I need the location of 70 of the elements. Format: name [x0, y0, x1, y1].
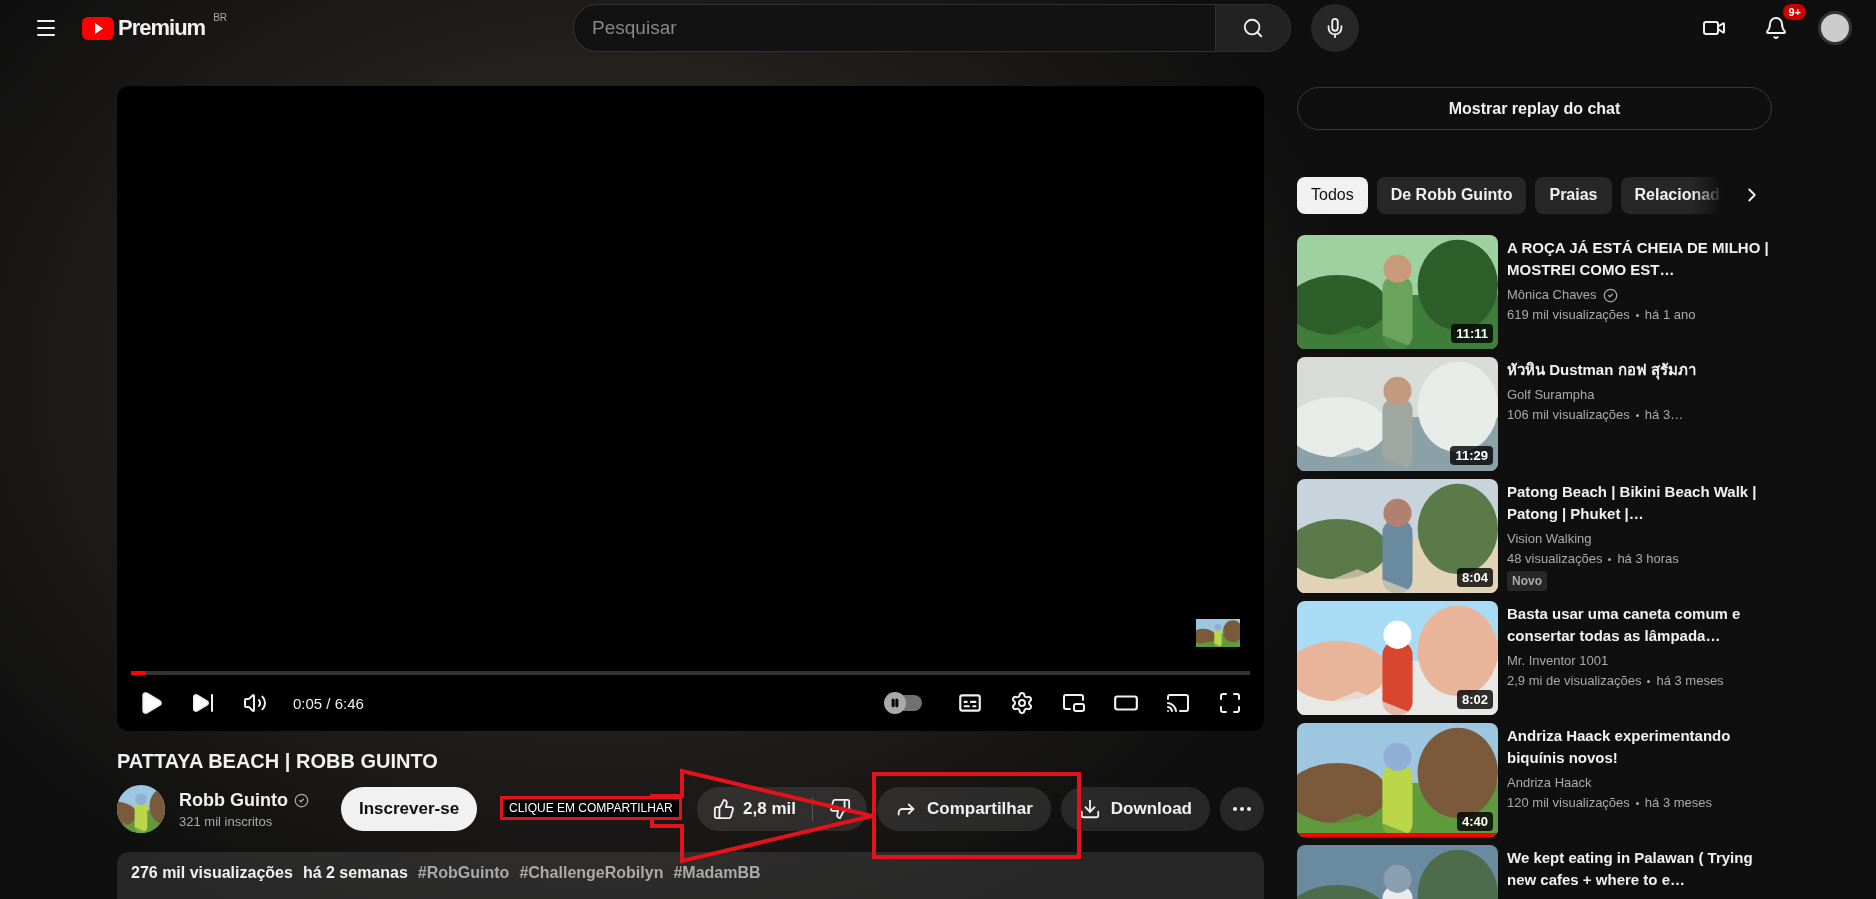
filter-chip[interactable]: Todos: [1297, 176, 1368, 214]
region-label: BR: [213, 12, 228, 23]
view-count: 2,9 mi de visualizações: [1507, 672, 1642, 690]
duration-label: 8:02: [1456, 690, 1493, 709]
download-icon: [1078, 798, 1101, 820]
video-title[interactable]: Andriza Haack experimentando biquínis novos!: [1507, 725, 1769, 769]
view-count: 106 mil visualizações: [1507, 406, 1630, 424]
cast-icon: [1166, 691, 1190, 715]
channel-name[interactable]: Andriza Haack: [1507, 773, 1592, 793]
download-button[interactable]: Download: [1060, 787, 1210, 831]
hashtag-link[interactable]: #MadamBB: [673, 864, 761, 899]
bell-icon: [1764, 16, 1788, 40]
upload-age: há 1 ano: [1644, 306, 1696, 324]
upload-age: há 3 meses: [1644, 794, 1713, 812]
video-title[interactable]: หัวหิน Dustman กอฟ สุรัมภา: [1507, 359, 1769, 381]
share-button[interactable]: Compartilhar: [877, 787, 1051, 831]
view-count: 619 mil visualizações: [1507, 306, 1630, 324]
autoplay-toggle[interactable]: [886, 695, 922, 711]
video-title[interactable]: A ROÇA JÁ ESTÁ CHEIA DE MILHO | MOSTREI COMO EST…: [1507, 237, 1769, 281]
channel-name[interactable]: Robb Guinto: [179, 789, 288, 811]
filter-chip[interactable]: De Robb Guinto: [1376, 176, 1527, 214]
logo-text[interactable]: Premium: [118, 12, 206, 44]
more-button[interactable]: [1220, 787, 1264, 831]
subscribe-button[interactable]: Inscrever-se: [340, 787, 478, 831]
upload-age: há 3…: [1644, 406, 1684, 424]
account-avatar[interactable]: [1818, 11, 1852, 45]
channel-name[interactable]: Golf Surampha: [1507, 385, 1595, 405]
duration-label: 11:11: [1451, 324, 1493, 343]
miniplayer-icon: [1062, 691, 1086, 715]
thumbs-up-icon: [713, 798, 736, 820]
chat-replay-button[interactable]: Mostrar replay do chat: [1297, 87, 1772, 130]
view-count: 120 mil visualizações: [1507, 794, 1630, 812]
hashtag-link[interactable]: #ChallengeRobilyn: [519, 864, 664, 899]
upload-age: há 3 horas: [1617, 550, 1679, 568]
duration-label: 4:40: [1456, 812, 1493, 831]
video-title[interactable]: Patong Beach | Bikini Beach Walk | Patong | Phuket |…: [1507, 481, 1769, 525]
search-field[interactable]: Pesquisar: [573, 4, 1216, 52]
search-button[interactable]: [1215, 4, 1292, 52]
view-count: 48 visualizações: [1507, 550, 1603, 568]
hashtag-link[interactable]: #RobGuinto: [417, 864, 510, 899]
settings-icon: [1010, 691, 1034, 715]
subscriber-count: 321 mil inscritos: [179, 813, 274, 829]
upload-age: há 3 meses: [1656, 672, 1724, 690]
video-title: PATTAYA BEACH | ROBB GUINTO: [117, 750, 439, 773]
duration-label: 11:29: [1450, 446, 1493, 465]
skip-icon: [191, 691, 215, 715]
play-logo-icon: [82, 17, 114, 40]
progress-track[interactable]: [131, 671, 1250, 675]
upload-date: há 2 semanas: [302, 864, 408, 883]
mic-button[interactable]: [1311, 4, 1360, 52]
video-player[interactable]: 0:05 / 6:46: [117, 86, 1264, 731]
search-icon: [1242, 17, 1265, 39]
notification-count: 9+: [1783, 4, 1806, 20]
duration-label: 8:04: [1456, 568, 1493, 587]
fullscreen-icon: [1218, 691, 1242, 715]
channel-name[interactable]: Mr. Inventor 1001: [1507, 651, 1609, 671]
description-panel[interactable]: 276 mil visualizações há 2 semanas #RobGuinto #ChallengeRobilyn #MadamBB: [117, 852, 1264, 899]
channel-name[interactable]: Vision Walking: [1507, 529, 1592, 549]
more-icon: [1233, 807, 1251, 811]
channel-name[interactable]: Mônica Chaves: [1507, 285, 1597, 305]
time-display: 0:05 / 6:46: [293, 694, 364, 712]
speaker-icon: [243, 691, 267, 715]
annotation-label: CLIQUE EM COMPARTILHAR: [500, 796, 682, 820]
thumbs-down-icon: [829, 798, 851, 820]
video-title[interactable]: We kept eating in Palawan ( Trying new cafes + where to e…: [1507, 847, 1769, 891]
new-badge: Novo: [1507, 571, 1547, 591]
video-title[interactable]: Basta usar uma caneta comum e consertar todas as lâmpada…: [1507, 603, 1769, 647]
pause-icon: [890, 698, 900, 708]
filter-chip[interactable]: Praias: [1535, 176, 1612, 214]
view-count: 276 mil visualizações: [131, 864, 293, 883]
